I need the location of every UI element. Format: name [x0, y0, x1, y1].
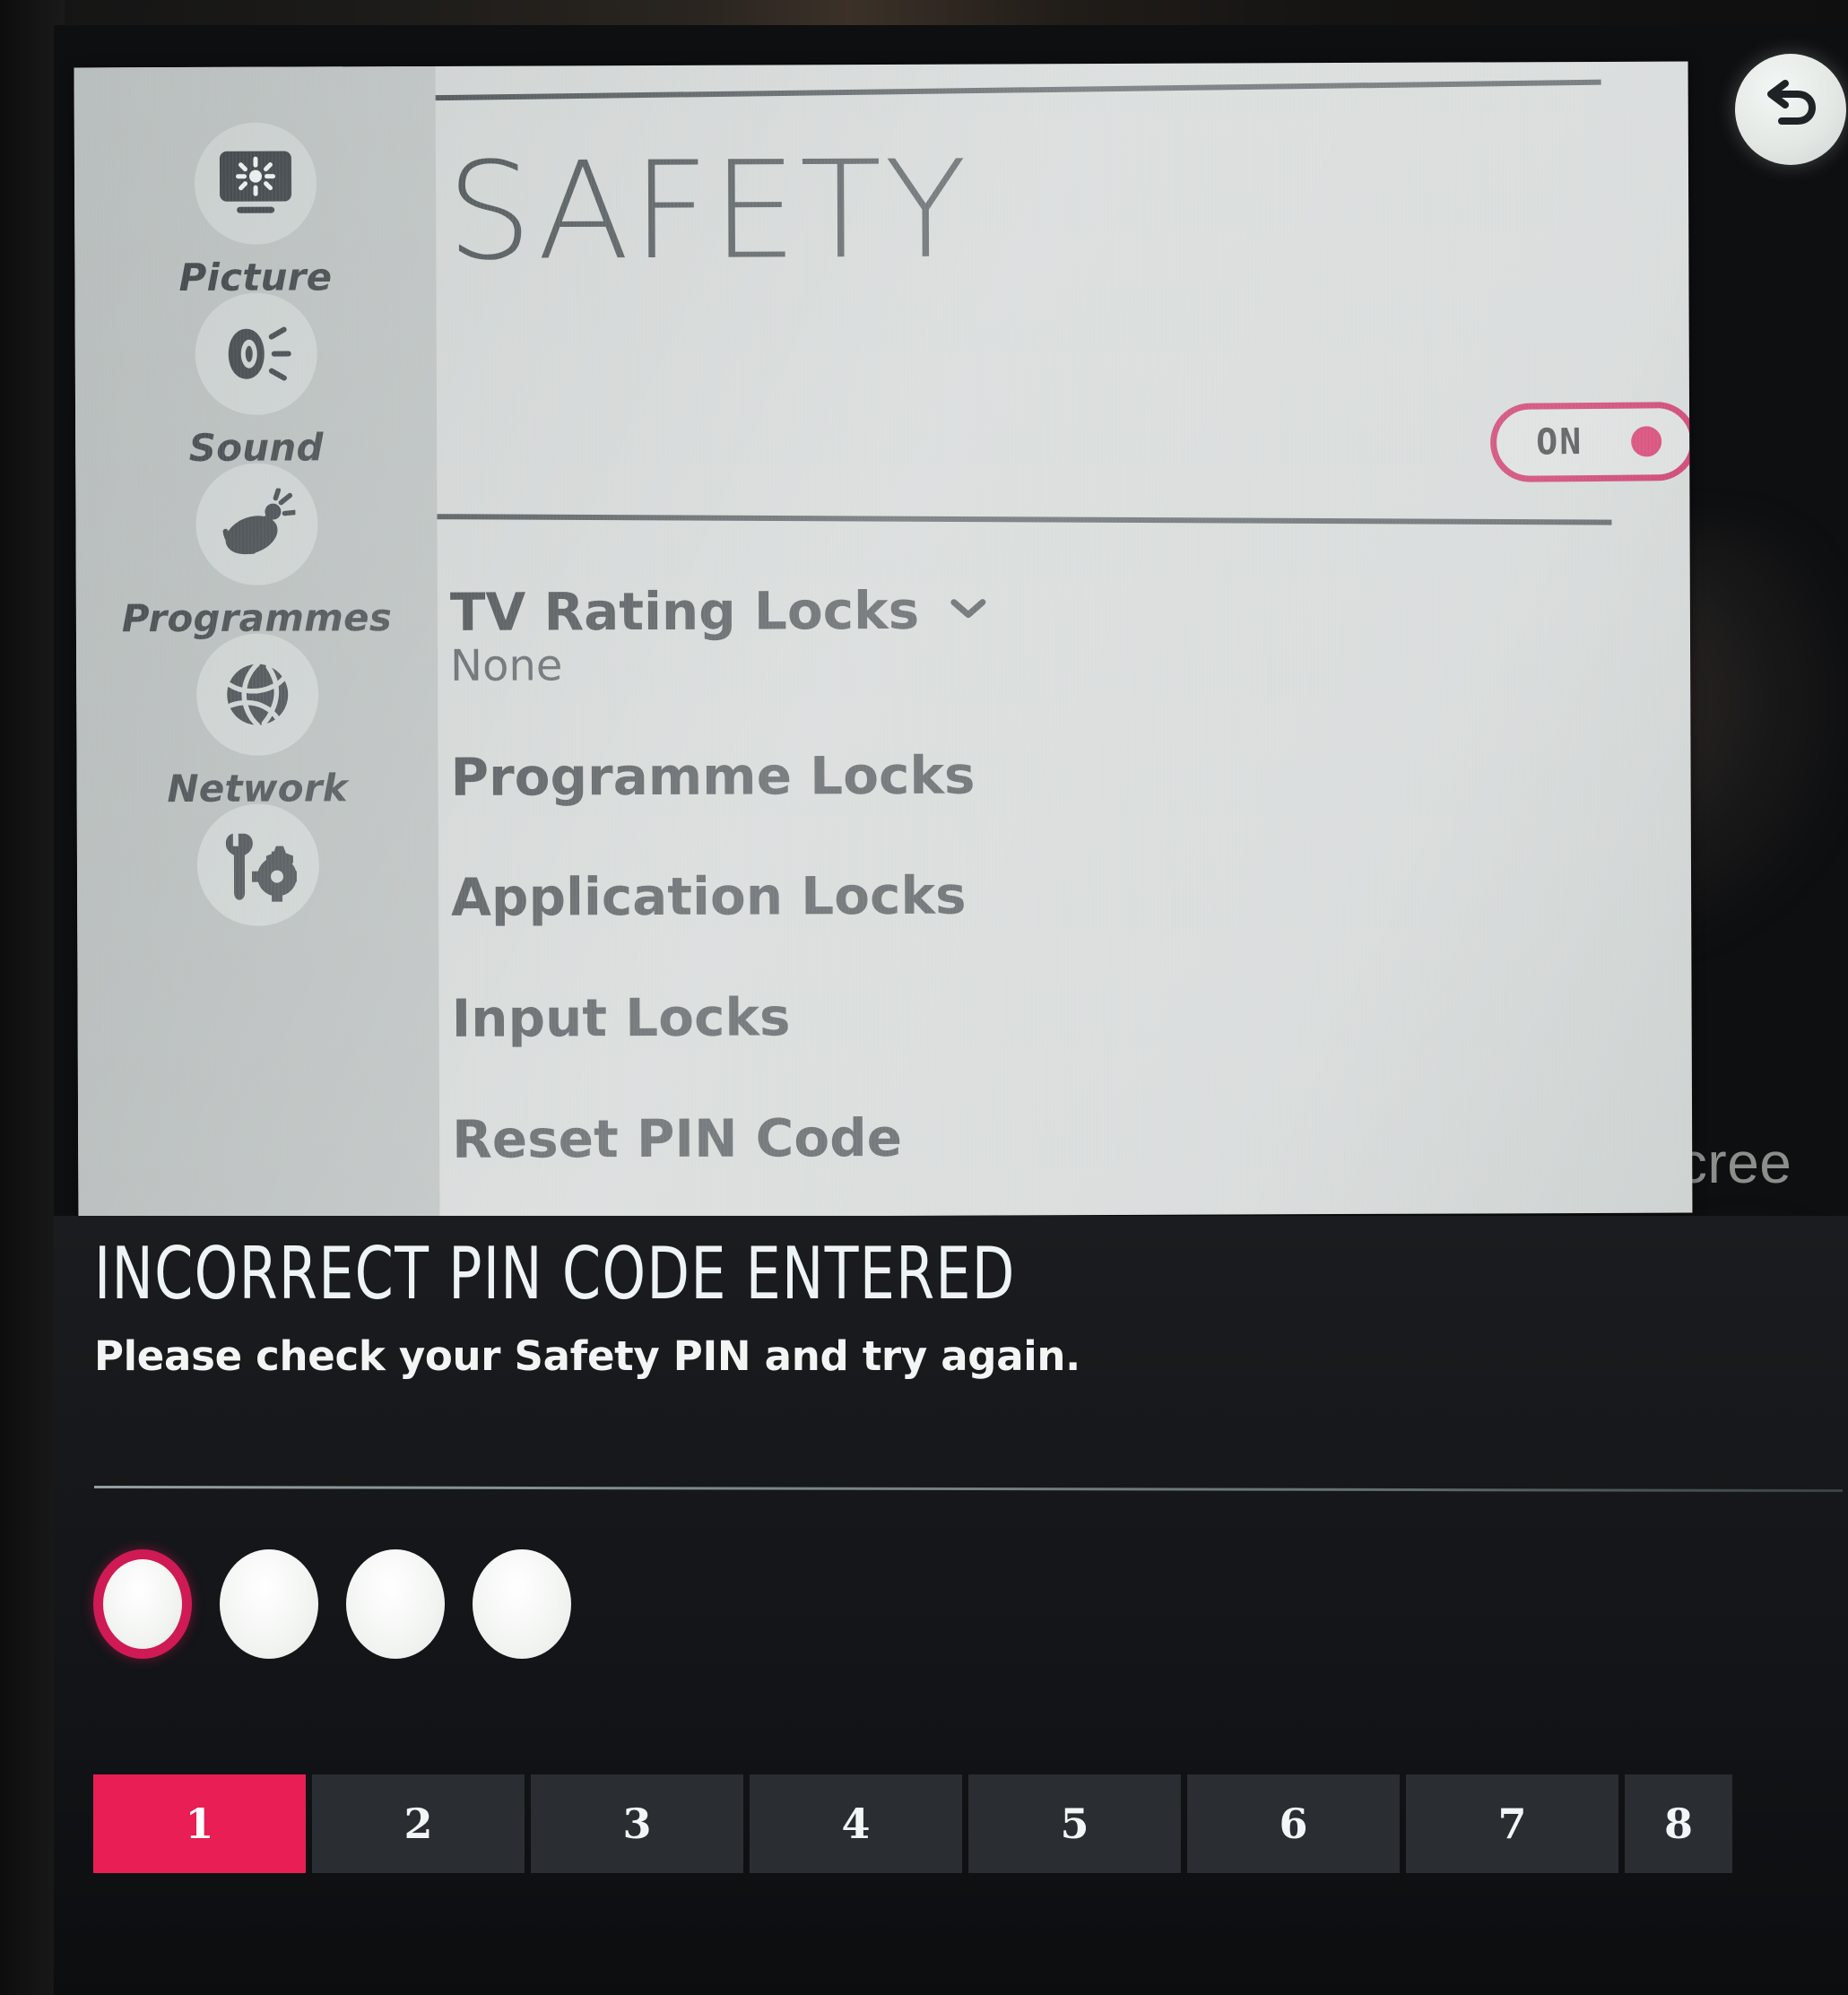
content-middle-divider: [437, 514, 1612, 525]
chevron-down-icon[interactable]: [950, 571, 985, 632]
keypad-key-2[interactable]: 2: [312, 1774, 525, 1873]
sidebar-item-general[interactable]: [77, 803, 439, 938]
keypad-key-6[interactable]: 6: [1187, 1774, 1400, 1873]
menu-item-reset-pin-code[interactable]: Reset PIN Code: [452, 1107, 902, 1170]
pin-dot-1[interactable]: [93, 1549, 192, 1659]
toggle-label: ON: [1535, 421, 1583, 464]
tv-screen: d e scree: [54, 25, 1848, 1995]
menu-item-application-locks[interactable]: Application Locks: [451, 865, 967, 928]
pin-error-title: INCORRECT PIN CODE ENTERED: [94, 1232, 1016, 1315]
keypad-key-7[interactable]: 7: [1406, 1774, 1618, 1873]
keypad-key-5[interactable]: 5: [968, 1774, 1181, 1873]
sidebar-item-network[interactable]: Network: [76, 633, 438, 811]
pin-dot-4[interactable]: [473, 1549, 571, 1659]
keypad-key-4[interactable]: 4: [750, 1774, 962, 1873]
menu-item-label: TV Rating Locks: [449, 579, 920, 643]
menu-item-programme-locks[interactable]: Programme Locks: [450, 745, 975, 808]
wrench-gear-general-icon: [196, 803, 319, 926]
sidebar-item-programmes[interactable]: Programmes: [75, 463, 438, 641]
keypad-key-1[interactable]: 1: [93, 1774, 306, 1873]
safety-settings-panel: Picture Sound Programmes Network SAFETY …: [74, 61, 1693, 1219]
menu-item-input-locks[interactable]: Input Locks: [451, 986, 790, 1048]
sidebar-item-sound[interactable]: Sound: [75, 292, 438, 471]
pin-entry-overlay: INCORRECT PIN CODE ENTERED Please check …: [54, 1216, 1848, 1995]
page-title: SAFETY: [446, 132, 970, 291]
numeric-keypad: 1 2 3 4 5 6 7 8: [93, 1774, 1732, 1873]
content-top-divider: [435, 79, 1601, 101]
safety-toggle-switch[interactable]: ON: [1489, 401, 1693, 482]
back-button[interactable]: [1735, 54, 1846, 165]
keypad-key-8[interactable]: 8: [1625, 1774, 1732, 1873]
toggle-knob[interactable]: [1631, 426, 1662, 457]
settings-content: SAFETY ON TV Rating Locks None Programme…: [435, 62, 1693, 1218]
satellite-dish-icon: [195, 463, 318, 585]
keypad-key-3[interactable]: 3: [531, 1774, 743, 1873]
globe-network-icon: [195, 633, 318, 756]
sidebar-item-label: [77, 936, 438, 938]
pin-dot-3[interactable]: [346, 1549, 445, 1659]
settings-sidebar: Picture Sound Programmes Network: [74, 65, 440, 1219]
speaker-sound-icon: [195, 292, 317, 415]
pin-dot-2[interactable]: [220, 1549, 318, 1659]
tv-photo-frame: d e scree: [0, 0, 1848, 1995]
menu-item-tv-rating-locks[interactable]: TV Rating Locks: [450, 571, 986, 643]
pin-dots-group: [93, 1549, 571, 1659]
sidebar-item-picture[interactable]: Picture: [74, 122, 437, 300]
pin-error-subtitle: Please check your Safety PIN and try aga…: [94, 1332, 1080, 1380]
menu-item-tv-rating-locks-value: None: [449, 640, 563, 691]
picture-display-icon: [194, 122, 317, 245]
back-arrow-icon: [1758, 78, 1823, 142]
pin-divider: [93, 1485, 1844, 1493]
